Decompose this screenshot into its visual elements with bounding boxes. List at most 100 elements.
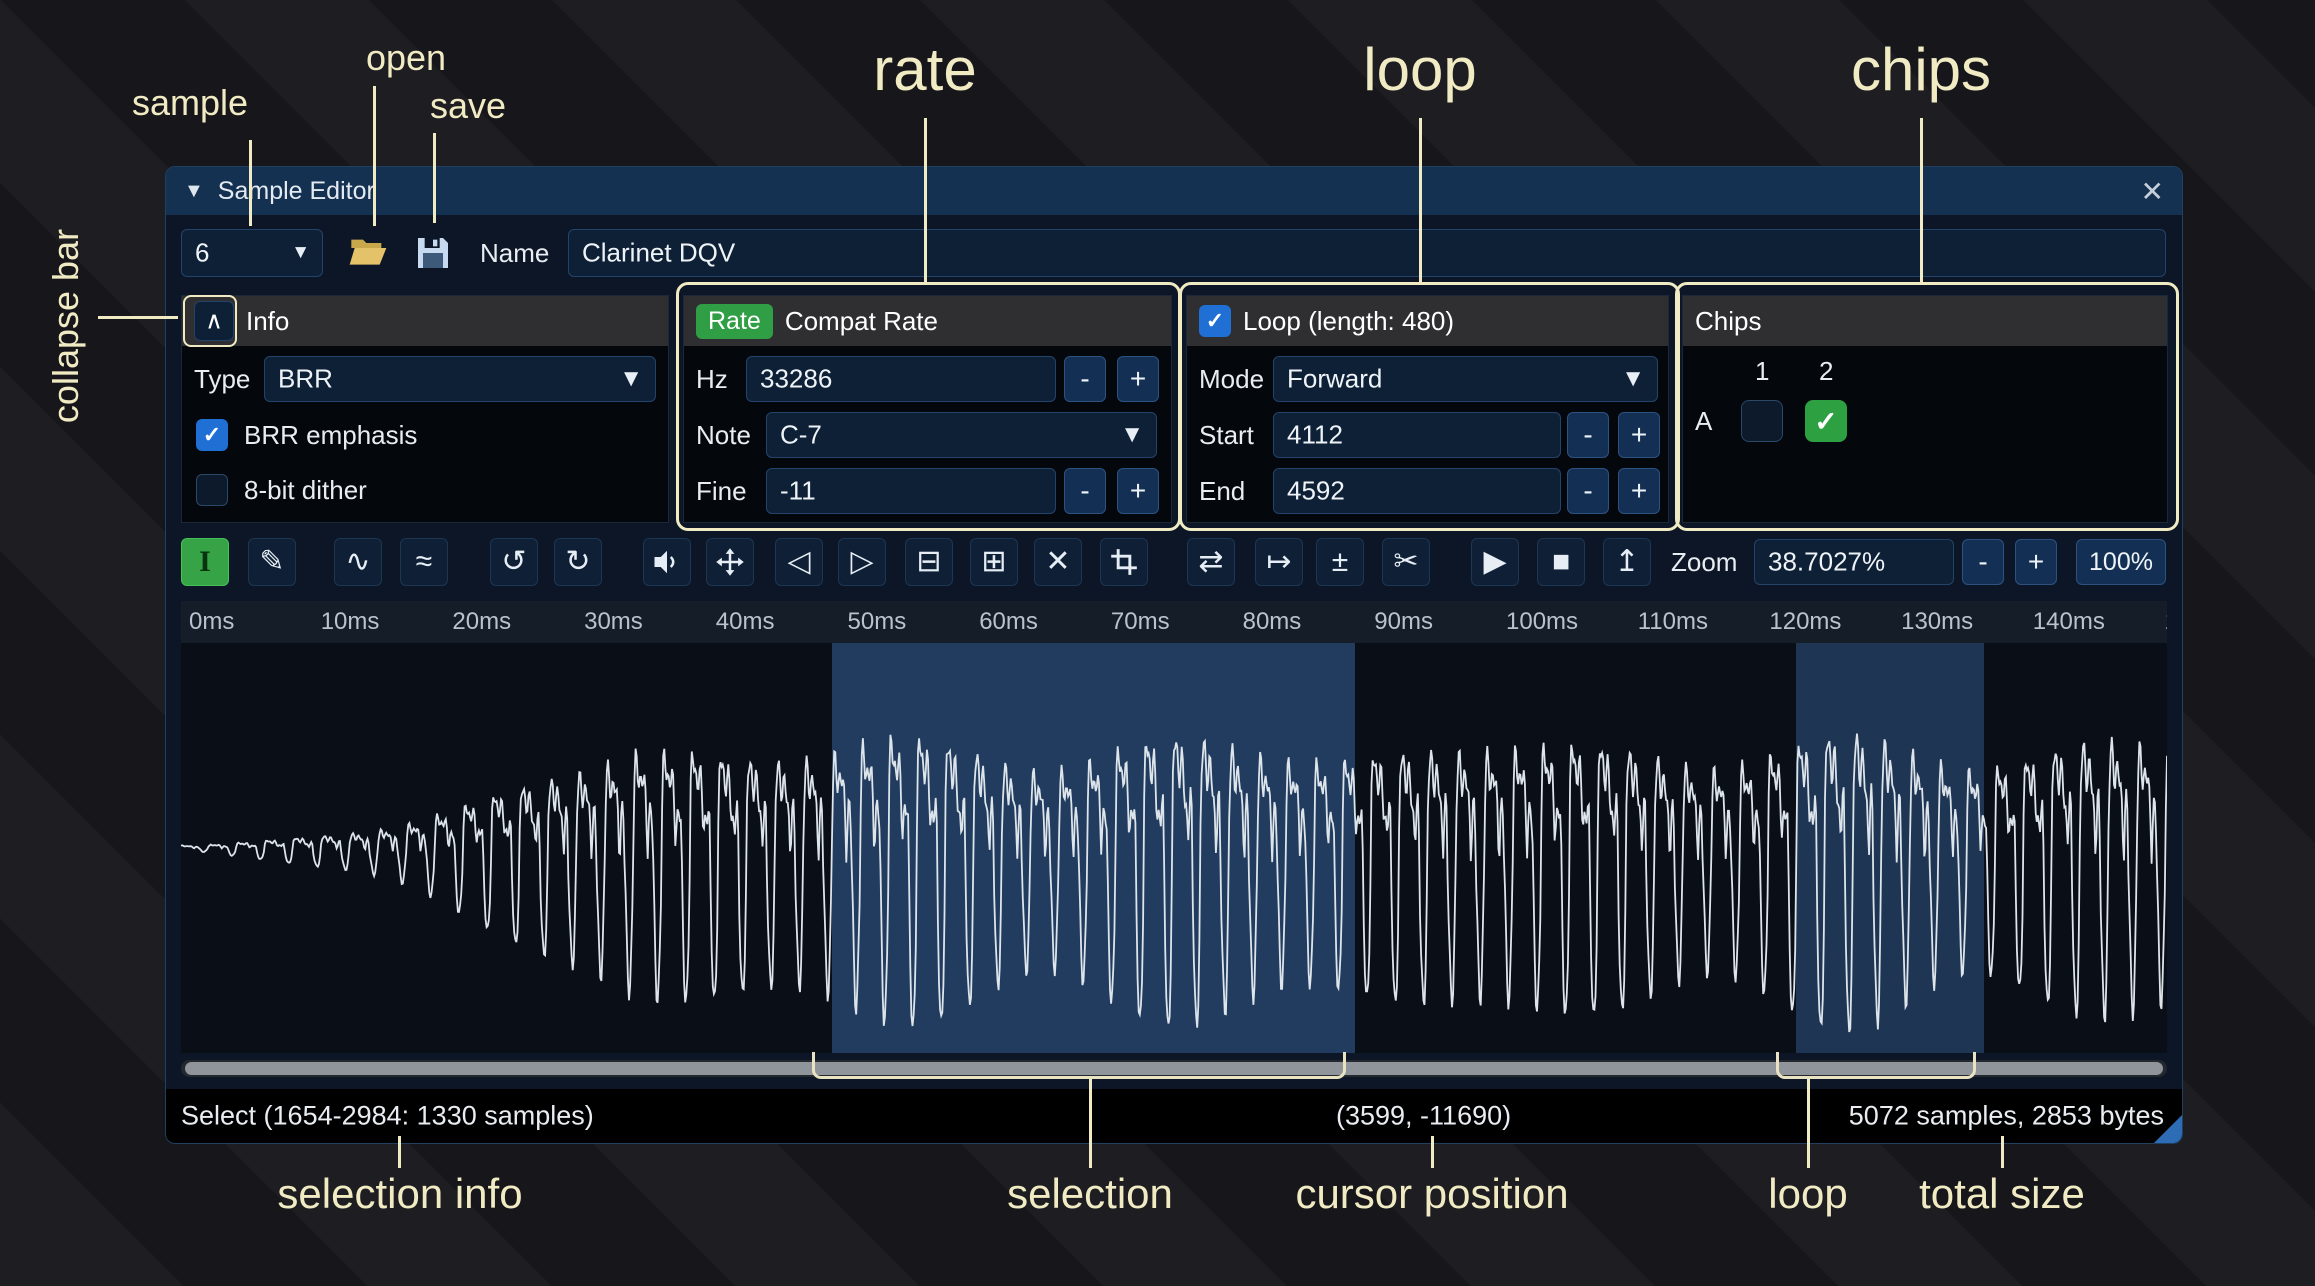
zoom-out-button[interactable]: - — [1962, 539, 2004, 585]
reverse-button[interactable]: ⇄ — [1187, 538, 1235, 586]
zoom-in-button[interactable]: + — [2015, 539, 2057, 585]
close-icon[interactable]: ✕ — [2141, 175, 2164, 208]
hz-plus-button[interactable]: + — [1117, 356, 1159, 402]
loop-start-plus-button[interactable]: + — [1618, 412, 1660, 458]
open-button[interactable] — [344, 229, 392, 277]
selection-region[interactable] — [832, 643, 1355, 1053]
window-collapse-icon[interactable]: ▼ — [184, 180, 204, 203]
loop-end-minus-button[interactable]: - — [1567, 468, 1609, 514]
minus-box-icon: ⊟ — [916, 547, 941, 577]
ruler-tick: 20ms — [452, 608, 511, 636]
resize-button[interactable]: ∿ — [334, 538, 382, 586]
type-dropdown[interactable]: BRR ▼ — [264, 356, 656, 402]
time-ruler[interactable]: 0ms10ms20ms30ms40ms50ms60ms70ms80ms90ms1… — [181, 601, 2167, 643]
annotation-open: open — [366, 37, 446, 79]
fine-plus-button[interactable]: + — [1117, 468, 1159, 514]
brr-emphasis-checkbox[interactable]: ✓ — [196, 419, 228, 451]
mode-value: Forward — [1287, 364, 1382, 395]
delete-icon: ✕ — [1045, 547, 1070, 577]
next-sample-button[interactable]: ▷ — [838, 538, 886, 586]
chips-col-2: 2 — [1819, 356, 1833, 387]
cursor-position-text: (3599, -11690) — [1336, 1101, 1511, 1132]
amplify-up-button[interactable]: ⊞ — [970, 538, 1018, 586]
ruler-tick: 130ms — [1901, 608, 1973, 636]
previous-icon: ◁ — [787, 547, 810, 577]
note-dropdown[interactable]: C-7 ▼ — [766, 412, 1157, 458]
name-value: Clarinet DQV — [582, 238, 735, 269]
amplify-down-button[interactable]: ⊟ — [905, 538, 953, 586]
delete-button[interactable]: ✕ — [1034, 538, 1082, 586]
annotation-line-collapse-bar — [98, 316, 178, 319]
collapse-bar-button[interactable]: ∧ — [194, 301, 234, 341]
sample-editor-window: ▼ Sample Editor ✕ 6 ▼ Name Clarine — [165, 166, 2183, 1144]
annotation-line-selection-info — [398, 1136, 401, 1168]
filter-button[interactable]: ✂ — [1382, 538, 1430, 586]
invert-button[interactable]: ± — [1316, 538, 1364, 586]
chevron-down-icon: ▼ — [1621, 365, 1645, 393]
loop-start-input[interactable]: 4112 — [1273, 412, 1561, 458]
export-button[interactable]: ↥ — [1603, 538, 1651, 586]
loop-end-input[interactable]: 4592 — [1273, 468, 1561, 514]
note-label: Note — [696, 412, 751, 458]
check-icon: ✓ — [203, 422, 221, 448]
loop-region[interactable] — [1796, 643, 1984, 1053]
rate-badge-button[interactable]: Rate — [696, 304, 773, 339]
draw-tool-button[interactable]: ✎ — [248, 538, 296, 586]
hz-minus-button[interactable]: - — [1064, 356, 1106, 402]
loop-end-plus-button[interactable]: + — [1618, 468, 1660, 514]
annotation-line-cursor — [1431, 1136, 1434, 1168]
annotation-line-sample — [249, 140, 252, 226]
rate-panel: Rate Compat Rate Hz 33286 - + Note C-7 ▼… — [683, 295, 1172, 523]
mode-dropdown[interactable]: Forward ▼ — [1273, 356, 1658, 402]
hz-input[interactable]: 33286 — [746, 356, 1056, 402]
sample-slot-dropdown[interactable]: 6 ▼ — [181, 229, 323, 277]
annotation-loop-bottom: loop — [1768, 1170, 1847, 1218]
rate-panel-header: Rate Compat Rate — [684, 296, 1171, 346]
stop-icon: ■ — [1552, 547, 1570, 577]
zoom-input[interactable]: 38.7027% — [1754, 539, 1954, 585]
save-button[interactable] — [409, 229, 457, 277]
fine-value: -11 — [780, 476, 816, 507]
fine-label: Fine — [696, 468, 747, 514]
insert-button[interactable]: ↦ — [1255, 538, 1303, 586]
dither-checkbox[interactable] — [196, 474, 228, 506]
ruler-tick: 0ms — [189, 608, 234, 636]
ruler-tick: 110ms — [1638, 608, 1708, 636]
chip-1-checkbox[interactable] — [1741, 400, 1783, 442]
loop-start-minus-button[interactable]: - — [1567, 412, 1609, 458]
window-titlebar[interactable]: ▼ Sample Editor ✕ — [166, 167, 2182, 215]
annotation-rate: rate — [873, 35, 976, 104]
fine-input[interactable]: -11 — [766, 468, 1056, 514]
loop-checkbox[interactable]: ✓ — [1199, 305, 1231, 337]
zoom-reset-button[interactable]: 100% — [2076, 539, 2166, 585]
pan-button[interactable] — [706, 538, 754, 586]
waveform-view[interactable] — [181, 643, 2167, 1053]
fine-minus-button[interactable]: - — [1064, 468, 1106, 514]
trim-button[interactable] — [1100, 538, 1148, 586]
swap-icon: ⇄ — [1198, 547, 1223, 577]
resample-button[interactable]: ≈ — [400, 538, 448, 586]
annotation-collapse-bar: collapse bar — [45, 229, 87, 423]
annotation-selection: selection — [1007, 1170, 1173, 1218]
crop-icon — [1110, 548, 1138, 576]
info-panel-title: Info — [246, 306, 289, 337]
prev-sample-button[interactable]: ◁ — [775, 538, 823, 586]
info-panel-header: ∧ Info — [182, 296, 668, 346]
annotation-line-loop-bottom — [1807, 1079, 1810, 1168]
resize-grip[interactable] — [2154, 1115, 2182, 1143]
annotation-line-chips — [1920, 118, 1923, 282]
type-value: BRR — [278, 364, 333, 395]
select-tool-button[interactable]: I — [181, 538, 229, 586]
selection-info-text: Select (1654-2984: 1330 samples) — [181, 1101, 594, 1132]
selection-bracket — [812, 1052, 1346, 1079]
ruler-tick: 60ms — [979, 608, 1038, 636]
redo-button[interactable]: ↻ — [554, 538, 602, 586]
preview-button[interactable] — [643, 538, 691, 586]
undo-button[interactable]: ↺ — [490, 538, 538, 586]
sample-slot-value: 6 — [195, 238, 209, 269]
brr-emphasis-label: BRR emphasis — [244, 419, 417, 451]
play-button[interactable]: ▶ — [1471, 538, 1519, 586]
chip-2-checkbox[interactable]: ✓ — [1805, 400, 1847, 442]
name-input[interactable]: Clarinet DQV — [568, 229, 2166, 277]
stop-button[interactable]: ■ — [1537, 538, 1585, 586]
